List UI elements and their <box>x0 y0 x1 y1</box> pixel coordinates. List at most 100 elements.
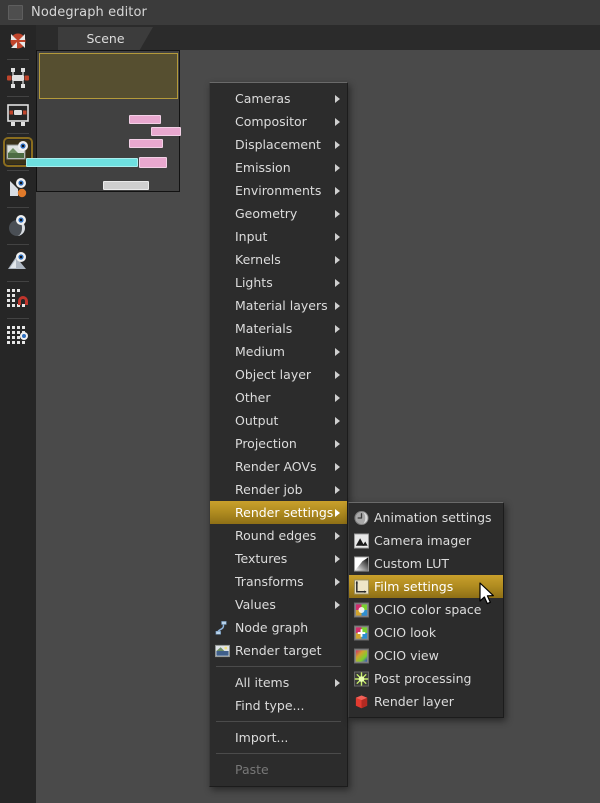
menu-item-label: Displacement <box>235 137 321 152</box>
menu-item-object-layer[interactable]: Object layer <box>210 363 347 386</box>
sidebar-item-magnet-snap-tool[interactable] <box>0 284 36 316</box>
menu-item-lights[interactable]: Lights <box>210 271 347 294</box>
submenu-item-ocio-look[interactable]: OCIO look <box>349 621 503 644</box>
chevron-right-icon <box>335 554 340 563</box>
menu-item-compositor[interactable]: Compositor <box>210 110 347 133</box>
tool-rail <box>0 25 37 803</box>
chevron-right-icon <box>335 600 340 609</box>
menu-item-label: Round edges <box>235 528 317 543</box>
geometry-eye-icon <box>6 251 30 275</box>
menu-item-label: All items <box>235 675 290 690</box>
menu-item-cameras[interactable]: Cameras <box>210 87 347 110</box>
submenu-item-post-processing[interactable]: Post processing <box>349 667 503 690</box>
submenu-item-render-layer[interactable]: Render layer <box>349 690 503 713</box>
rail-separator <box>7 133 29 134</box>
context-menu[interactable]: Cameras Compositor Displacement Emission… <box>209 82 348 787</box>
nodegraph-editor-window: Nodegraph editor Scene Cameras Composito… <box>0 0 600 803</box>
sphere-eye-icon <box>6 214 30 238</box>
menu-item-label: Environments <box>235 183 322 198</box>
menu-item-label: Find type... <box>235 698 305 713</box>
tab-scene[interactable]: Scene <box>58 27 153 50</box>
menu-item-render-settings[interactable]: Render settings <box>210 501 347 524</box>
menu-item-environments[interactable]: Environments <box>210 179 347 202</box>
submenu-item-ocio-view[interactable]: OCIO view <box>349 644 503 667</box>
sidebar-item-scatter-tool[interactable] <box>0 25 36 57</box>
node-bar[interactable] <box>129 115 161 124</box>
menu-item-values[interactable]: Values <box>210 593 347 616</box>
render-target-icon <box>215 643 230 658</box>
node-bar[interactable] <box>151 127 181 136</box>
chevron-right-icon <box>335 278 340 287</box>
menu-item-label: Material layers <box>235 298 328 313</box>
menu-item-render-job[interactable]: Render job <box>210 478 347 501</box>
node-bar[interactable] <box>103 181 149 190</box>
submenu-item-label: Render layer <box>374 694 454 709</box>
menu-item-medium[interactable]: Medium <box>210 340 347 363</box>
menu-item-materials[interactable]: Materials <box>210 317 347 340</box>
sidebar-item-material-preview-tool[interactable] <box>0 173 36 205</box>
chevron-right-icon <box>335 439 340 448</box>
menu-item-other[interactable]: Other <box>210 386 347 409</box>
node-bar[interactable] <box>139 157 167 168</box>
chevron-right-icon <box>335 347 340 356</box>
menu-item-label: Kernels <box>235 252 281 267</box>
chevron-right-icon <box>335 462 340 471</box>
grid-icon <box>6 325 30 349</box>
menu-item-label: Import... <box>235 730 289 745</box>
menu-item-label: Medium <box>235 344 285 359</box>
render-settings-submenu[interactable]: Animation settings Camera imager Custom … <box>348 502 504 718</box>
selected-node[interactable] <box>39 53 178 99</box>
film-settings-icon <box>354 579 369 594</box>
menu-item-emission[interactable]: Emission <box>210 156 347 179</box>
sidebar-item-geometry-preview-tool[interactable] <box>0 247 36 279</box>
rail-separator <box>7 96 29 97</box>
ocio-view-icon <box>354 648 369 663</box>
tab-scene-label: Scene <box>86 31 125 46</box>
submenu-item-animation-settings[interactable]: Animation settings <box>349 506 503 529</box>
menu-item-label: Projection <box>235 436 297 451</box>
chevron-right-icon <box>335 508 340 517</box>
menu-item-find-type[interactable]: Find type... <box>210 694 347 717</box>
submenu-item-label: OCIO view <box>374 648 439 663</box>
chevron-right-icon <box>335 94 340 103</box>
sidebar-item-grid-tool[interactable] <box>0 321 36 353</box>
chevron-right-icon <box>335 117 340 126</box>
submenu-item-custom-lut[interactable]: Custom LUT <box>349 552 503 575</box>
sidebar-item-node-group-tool[interactable] <box>0 62 36 94</box>
menu-item-displacement[interactable]: Displacement <box>210 133 347 156</box>
menu-item-render-aovs[interactable]: Render AOVs <box>210 455 347 478</box>
chevron-right-icon <box>335 531 340 540</box>
node-bar[interactable] <box>26 158 138 167</box>
menu-separator <box>216 721 341 722</box>
graph-frame <box>26 50 181 192</box>
menu-item-round-edges[interactable]: Round edges <box>210 524 347 547</box>
mouse-pointer <box>479 582 496 607</box>
menu-item-material-layers[interactable]: Material layers <box>210 294 347 317</box>
menu-item-import[interactable]: Import... <box>210 726 347 749</box>
ocio-color-space-icon <box>354 602 369 617</box>
submenu-item-camera-imager[interactable]: Camera imager <box>349 529 503 552</box>
chevron-right-icon <box>335 577 340 586</box>
menu-item-node-graph[interactable]: Node graph <box>210 616 347 639</box>
menu-item-geometry[interactable]: Geometry <box>210 202 347 225</box>
rail-separator <box>7 170 29 171</box>
node-bar[interactable] <box>129 139 163 148</box>
menu-item-textures[interactable]: Textures <box>210 547 347 570</box>
submenu-item-label: Film settings <box>374 579 454 594</box>
menu-item-all-items[interactable]: All items <box>210 671 347 694</box>
scatter-icon <box>6 29 30 53</box>
magnet-grid-icon <box>6 288 30 312</box>
chevron-right-icon <box>335 485 340 494</box>
menu-item-kernels[interactable]: Kernels <box>210 248 347 271</box>
chevron-right-icon <box>335 209 340 218</box>
rail-separator <box>7 207 29 208</box>
menu-item-transforms[interactable]: Transforms <box>210 570 347 593</box>
sidebar-item-node-box-tool[interactable] <box>0 99 36 131</box>
menu-item-projection[interactable]: Projection <box>210 432 347 455</box>
menu-item-render-target[interactable]: Render target <box>210 639 347 662</box>
sidebar-item-sphere-preview-tool[interactable] <box>0 210 36 242</box>
chevron-right-icon <box>335 393 340 402</box>
menu-item-output[interactable]: Output <box>210 409 347 432</box>
menu-item-input[interactable]: Input <box>210 225 347 248</box>
menu-item-label: Render target <box>235 643 322 658</box>
